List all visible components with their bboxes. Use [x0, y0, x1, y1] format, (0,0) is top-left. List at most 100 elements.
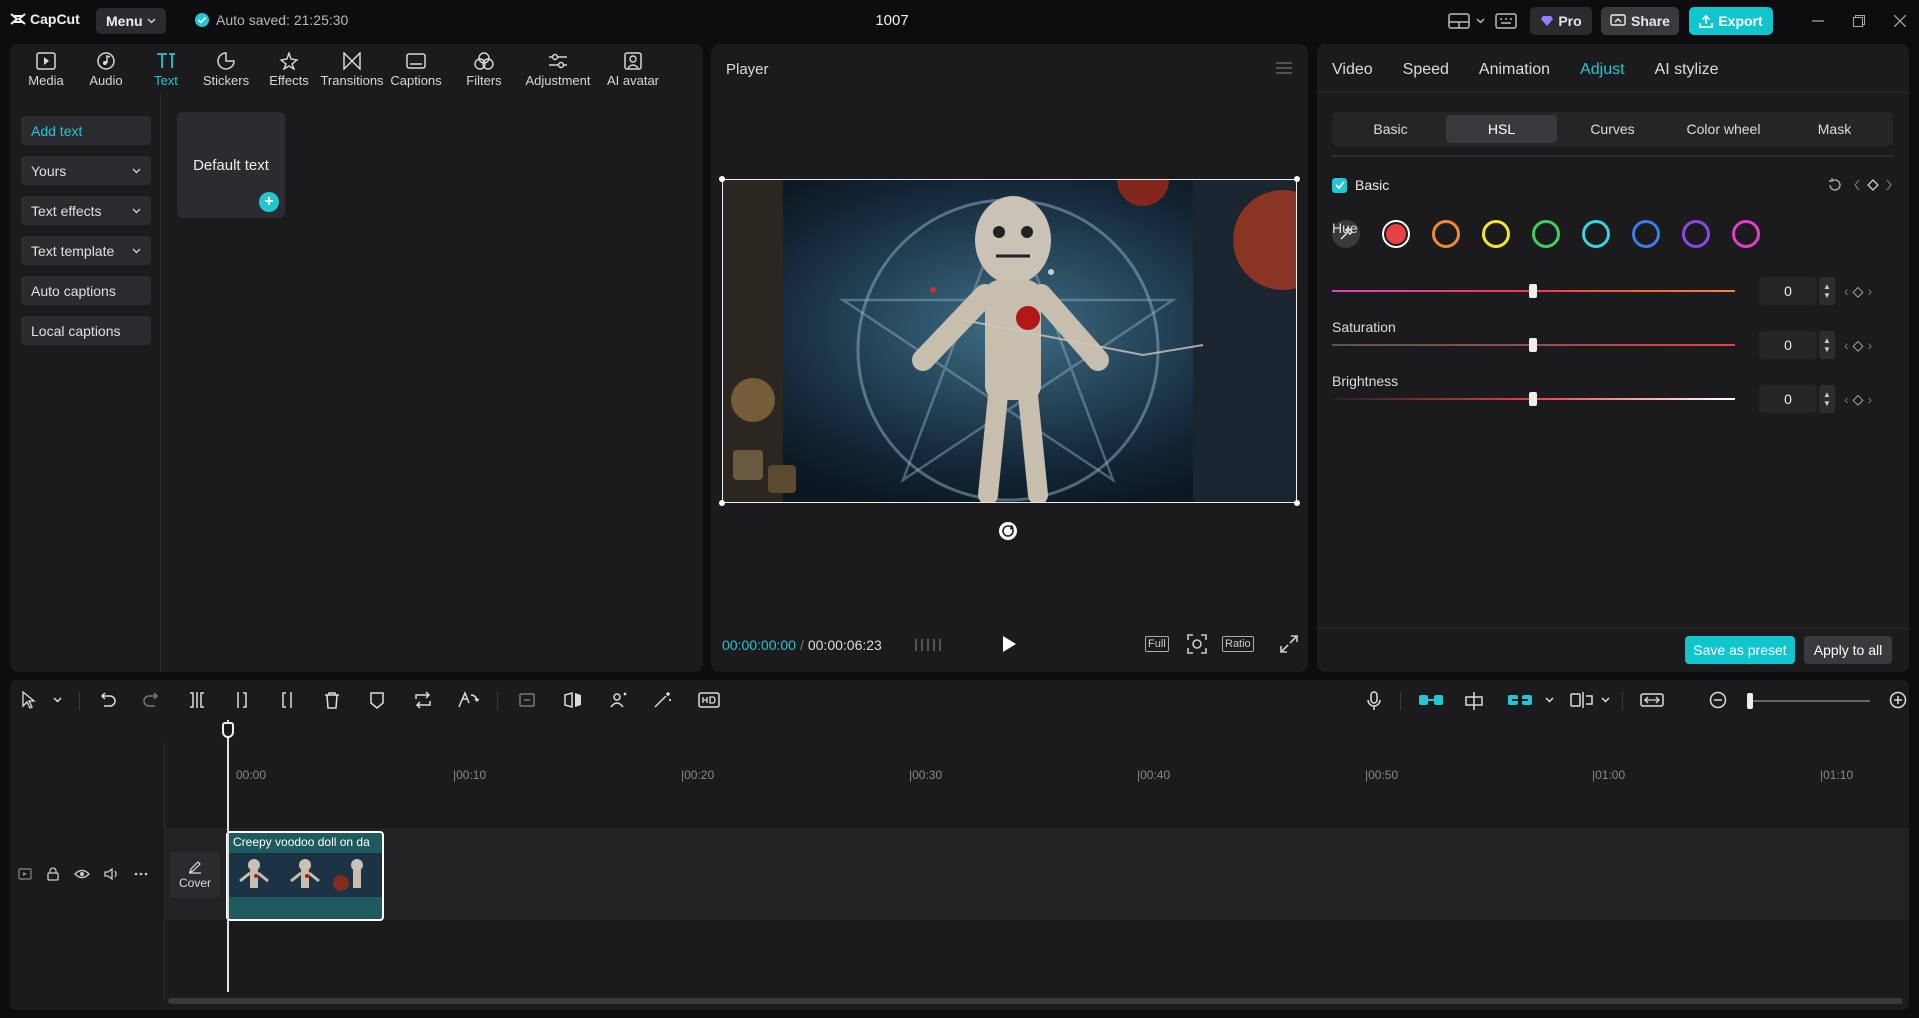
swatch-magenta[interactable]: [1732, 220, 1760, 248]
subnav-local-captions[interactable]: Local captions: [21, 316, 151, 345]
delete-icon[interactable]: [323, 691, 341, 709]
hue-keyframe-nav[interactable]: ‹ ◇ ›: [1844, 283, 1872, 300]
keyframe-diamond-icon[interactable]: ◇: [1853, 337, 1864, 354]
subnav-yours[interactable]: Yours: [21, 156, 151, 185]
playhead-line[interactable]: [227, 720, 229, 992]
trim-left-icon[interactable]: [233, 691, 251, 709]
swatch-orange[interactable]: [1432, 220, 1460, 248]
chevron-down-icon[interactable]: [1545, 697, 1554, 703]
main-track-magnet-icon[interactable]: [1418, 691, 1444, 709]
auto-reframe-icon[interactable]: [457, 691, 479, 709]
hamburger-menu-icon[interactable]: [1276, 62, 1292, 74]
tab-captions[interactable]: Captions: [382, 44, 450, 94]
default-text-card[interactable]: Default text +: [177, 112, 285, 218]
brightness-stepper[interactable]: ▲ ▼: [1819, 385, 1835, 413]
loop-icon[interactable]: [413, 691, 433, 709]
more-options-icon[interactable]: [134, 867, 148, 881]
playhead-handle[interactable]: [222, 722, 234, 738]
tab-animation[interactable]: Animation: [1479, 61, 1550, 79]
tab-video[interactable]: Video: [1332, 61, 1373, 79]
layout-icon[interactable]: [1446, 10, 1472, 32]
reset-icon[interactable]: [1827, 177, 1843, 193]
marker-icon[interactable]: [368, 691, 386, 709]
saturation-value[interactable]: 0: [1759, 331, 1817, 359]
lock-icon[interactable]: [46, 867, 60, 881]
freeze-frame-icon[interactable]: [518, 691, 536, 709]
tab-adjust[interactable]: Adjust: [1580, 61, 1624, 79]
subtab-basic[interactable]: Basic: [1335, 115, 1446, 143]
video-preview[interactable]: [722, 179, 1297, 503]
linkage-icon[interactable]: [1507, 691, 1533, 709]
preview-axis-icon[interactable]: [1570, 691, 1594, 709]
tab-text[interactable]: Text: [136, 44, 196, 94]
chevron-down-icon[interactable]: [53, 697, 62, 703]
swatch-red[interactable]: [1382, 220, 1410, 248]
keyframe-diamond-icon[interactable]: ◇: [1853, 283, 1864, 300]
share-button[interactable]: Share: [1601, 7, 1679, 35]
main-video-track[interactable]: [165, 828, 1909, 920]
keyboard-icon[interactable]: [1494, 10, 1518, 32]
prev-keyframe-icon[interactable]: ‹: [1844, 391, 1849, 408]
keyframe-nav-icon[interactable]: [1853, 179, 1893, 191]
hue-stepper[interactable]: ▲ ▼: [1819, 277, 1835, 305]
swatch-yellow[interactable]: [1482, 220, 1510, 248]
menu-button[interactable]: Menu: [96, 8, 166, 34]
fullscreen-icon[interactable]: [1280, 635, 1298, 653]
frame-handle[interactable]: [719, 500, 725, 506]
saturation-keyframe-nav[interactable]: ‹ ◇ ›: [1844, 337, 1872, 354]
minimize-icon[interactable]: [1808, 11, 1828, 31]
next-keyframe-icon[interactable]: ›: [1867, 337, 1872, 354]
next-keyframe-icon[interactable]: ›: [1867, 391, 1872, 408]
frame-handle[interactable]: [1294, 500, 1300, 506]
snap-icon[interactable]: [1463, 691, 1485, 711]
tab-ai-avatar[interactable]: AI avatar: [598, 44, 668, 94]
ratio-button[interactable]: Ratio: [1222, 636, 1254, 652]
subtab-mask[interactable]: Mask: [1779, 115, 1890, 143]
restore-icon[interactable]: [1849, 11, 1869, 31]
brightness-thumb[interactable]: [1529, 392, 1537, 406]
brightness-value[interactable]: 0: [1759, 385, 1817, 413]
frame-handle[interactable]: [1294, 176, 1300, 182]
project-title[interactable]: 1007: [860, 12, 924, 29]
add-plus-icon[interactable]: +: [259, 192, 279, 212]
frame-handle[interactable]: [719, 176, 725, 182]
zoom-slider-thumb[interactable]: [1747, 693, 1753, 709]
tab-adjustment[interactable]: Adjustment: [518, 44, 598, 94]
tab-filters[interactable]: Filters: [450, 44, 518, 94]
screenshot-icon[interactable]: [1187, 634, 1207, 654]
rotate-icon[interactable]: [998, 521, 1018, 541]
cover-button[interactable]: Cover: [170, 852, 220, 898]
prev-keyframe-icon[interactable]: ‹: [1844, 283, 1849, 300]
trim-right-icon[interactable]: [278, 691, 296, 709]
tab-media[interactable]: Media: [16, 44, 76, 94]
full-button[interactable]: Full: [1145, 636, 1169, 652]
tab-stickers[interactable]: Stickers: [196, 44, 256, 94]
play-button[interactable]: [1001, 635, 1017, 653]
video-clip[interactable]: Creepy voodoo doll on da: [226, 831, 384, 921]
save-as-preset-button[interactable]: Save as preset: [1685, 636, 1795, 664]
hue-thumb[interactable]: [1529, 284, 1537, 298]
subnav-text-template[interactable]: Text template: [21, 236, 151, 265]
timeline-grid-icon[interactable]: [914, 637, 942, 653]
swatch-cyan[interactable]: [1582, 220, 1610, 248]
apply-to-all-button[interactable]: Apply to all: [1804, 636, 1892, 664]
horizontal-scrollbar[interactable]: [168, 998, 1903, 1004]
saturation-thumb[interactable]: [1529, 338, 1537, 352]
tab-ai-stylize[interactable]: AI stylize: [1655, 61, 1719, 79]
saturation-stepper[interactable]: ▲ ▼: [1819, 331, 1835, 359]
undo-icon[interactable]: [98, 691, 116, 709]
zoom-out-icon[interactable]: [1709, 691, 1727, 709]
swatch-purple[interactable]: [1682, 220, 1710, 248]
prev-keyframe-icon[interactable]: ‹: [1844, 337, 1849, 354]
hd-icon[interactable]: [698, 691, 720, 709]
zoom-in-icon[interactable]: [1889, 691, 1907, 709]
eye-icon[interactable]: [74, 867, 90, 881]
hue-value[interactable]: 0: [1759, 277, 1817, 305]
swatch-blue[interactable]: [1632, 220, 1660, 248]
subnav-auto-captions[interactable]: Auto captions: [21, 276, 151, 305]
mirror-icon[interactable]: [563, 691, 583, 709]
remove-background-icon[interactable]: [608, 691, 628, 709]
split-icon[interactable]: [188, 691, 206, 709]
zoom-slider-track[interactable]: [1750, 700, 1870, 702]
brightness-keyframe-nav[interactable]: ‹ ◇ ›: [1844, 391, 1872, 408]
